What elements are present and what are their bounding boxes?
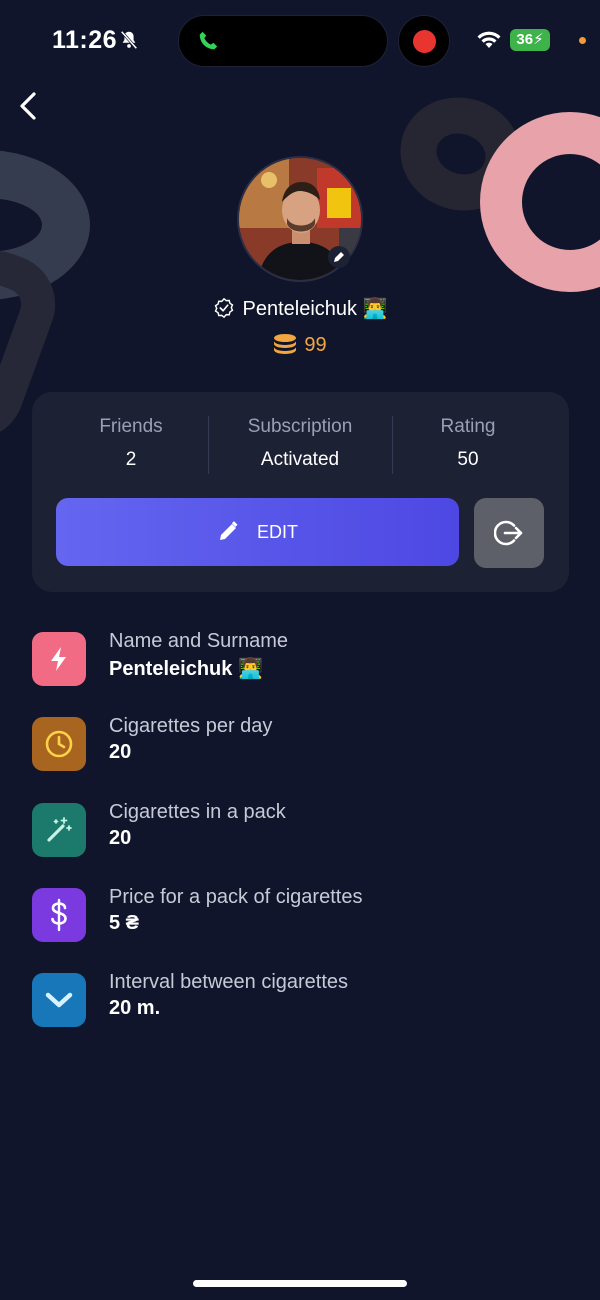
stat-value: 50	[457, 449, 479, 470]
coin-count: 99	[304, 334, 327, 356]
info-value: 20 m.	[109, 997, 161, 1019]
home-indicator[interactable]	[193, 1280, 407, 1287]
stat-divider	[392, 416, 393, 474]
stat-label: Friends	[99, 416, 163, 437]
username-emoji: 👨‍💻	[357, 298, 388, 320]
coin-stack-icon	[274, 334, 297, 354]
info-label: Interval between cigarettes	[109, 971, 349, 993]
info-label: Cigarettes per day	[109, 715, 273, 737]
info-value: 20	[109, 827, 132, 849]
logout-icon	[494, 520, 523, 546]
magic-wand-icon	[47, 817, 72, 842]
edit-button[interactable]: EDIT	[56, 498, 459, 566]
pencil-icon	[219, 521, 238, 540]
stat-label: Rating	[440, 416, 496, 437]
stat-value: Activated	[260, 449, 340, 470]
clock-icon	[45, 730, 73, 758]
profile-screen: 11:26 36⚡	[0, 0, 600, 1300]
lightning-icon	[51, 647, 66, 671]
stat-divider	[208, 416, 209, 474]
charging-bolt: ⚡	[533, 31, 544, 48]
info-name[interactable]: Name and Surname Penteleichuk 👨‍💻	[32, 630, 572, 688]
stats-card: Friends 2 Subscription Activated Rating …	[32, 392, 569, 592]
dollar-tile	[32, 888, 86, 942]
chevron-left-icon[interactable]	[14, 90, 44, 122]
chevron-tile	[32, 973, 86, 1027]
status-bar: 11:26 36⚡	[0, 0, 600, 82]
username: Penteleichuk 👨‍💻	[0, 296, 600, 321]
status-time: 11:26	[52, 26, 118, 54]
dynamic-island[interactable]	[178, 15, 388, 67]
clock-tile	[32, 717, 86, 771]
info-pack-price[interactable]: Price for a pack of cigarettes 5 ₴	[32, 886, 572, 944]
stat-subscription[interactable]: Subscription Activated	[222, 416, 378, 471]
username-text: Penteleichuk	[242, 298, 358, 320]
chevron-down-icon	[45, 992, 73, 1008]
info-value: 20	[109, 741, 132, 763]
stat-friends[interactable]: Friends 2	[72, 416, 190, 471]
edit-button-label: EDIT	[256, 521, 298, 542]
info-value: 5 ₴	[109, 912, 140, 934]
privacy-indicator	[579, 37, 586, 44]
info-value: Penteleichuk 👨‍💻	[109, 656, 263, 681]
coin-balance: 99	[0, 333, 600, 357]
wifi-icon	[477, 31, 501, 48]
bell-muted-icon	[120, 30, 138, 50]
info-label: Name and Surname	[109, 630, 288, 652]
info-value-emoji: 👨‍💻	[232, 658, 263, 680]
verified-badge-icon	[214, 297, 233, 319]
lightning-tile	[32, 632, 86, 686]
record-indicator	[398, 15, 450, 67]
info-value-text: Penteleichuk	[109, 658, 233, 680]
record-icon	[413, 30, 436, 53]
info-cigarettes-in-pack[interactable]: Cigarettes in a pack 20	[32, 801, 572, 859]
info-interval[interactable]: Interval between cigarettes 20 m.	[32, 971, 572, 1029]
magic-wand-tile	[32, 803, 86, 857]
battery-icon: 36⚡	[510, 29, 550, 51]
dollar-icon	[51, 898, 67, 932]
logout-button[interactable]	[474, 498, 544, 568]
phone-icon	[199, 31, 218, 50]
battery-level: 36	[516, 31, 534, 48]
stat-label: Subscription	[247, 416, 353, 437]
stat-rating[interactable]: Rating 50	[412, 416, 524, 471]
info-label: Price for a pack of cigarettes	[109, 886, 363, 908]
info-label: Cigarettes in a pack	[109, 801, 286, 823]
stat-value: 2	[125, 449, 137, 470]
info-cigarettes-per-day[interactable]: Cigarettes per day 20	[32, 715, 572, 773]
avatar-edit-icon[interactable]	[328, 246, 350, 268]
